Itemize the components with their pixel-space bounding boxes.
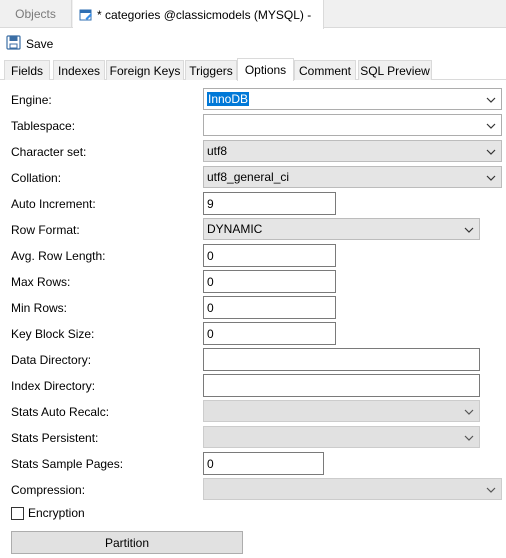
chevron-down-icon (486, 123, 496, 129)
tab-sql-preview-label: SQL Preview (360, 63, 430, 78)
encryption-row[interactable]: Encryption (11, 506, 85, 520)
tab-objects[interactable]: Objects (0, 0, 72, 28)
auto-increment-input[interactable]: 9 (203, 192, 336, 215)
charset-value: utf8 (207, 144, 228, 158)
tab-objects-label: Objects (15, 7, 56, 21)
key-block-size-value: 0 (207, 326, 214, 341)
property-tab-bar: Fields Indexes Foreign Keys Triggers Opt… (0, 58, 506, 81)
engine-value: InnoDB (207, 92, 250, 106)
save-label: Save (26, 37, 54, 51)
max-rows-label: Max Rows: (11, 275, 71, 289)
tablespace-label: Tablespace: (11, 119, 76, 133)
tab-comment-label: Comment (298, 63, 351, 78)
stats-persistent-select[interactable] (203, 426, 480, 448)
index-directory-input[interactable] (203, 374, 480, 397)
tab-categories-label: * categories @classicmodels (MYSQL) - (97, 7, 312, 22)
partition-label: Partition (104, 535, 150, 550)
tab-fields[interactable]: Fields (4, 60, 50, 80)
avg-row-length-label: Avg. Row Length: (11, 249, 106, 263)
charset-label: Character set: (11, 145, 87, 159)
chevron-down-icon (464, 409, 474, 415)
collation-value: utf8_general_ci (207, 170, 290, 184)
chevron-down-icon (486, 149, 496, 155)
tab-indexes-label: Indexes (57, 63, 101, 78)
auto-increment-value: 9 (207, 196, 214, 211)
tab-fields-label: Fields (10, 63, 43, 78)
stats-sample-pages-value: 0 (207, 456, 214, 471)
chevron-down-icon (486, 487, 496, 493)
tab-indexes[interactable]: Indexes (53, 60, 105, 80)
max-rows-value: 0 (207, 274, 214, 289)
key-block-size-input[interactable]: 0 (203, 322, 336, 345)
min-rows-input[interactable]: 0 (203, 296, 336, 319)
engine-select[interactable]: InnoDB (203, 88, 502, 110)
toolbar: Save (0, 29, 506, 59)
chevron-down-icon (464, 227, 474, 233)
stats-auto-recalc-label: Stats Auto Recalc: (11, 405, 110, 419)
tab-options[interactable]: Options (237, 58, 294, 81)
document-tab-bar: Objects * categories @classicmodels (MYS… (0, 0, 506, 29)
max-rows-input[interactable]: 0 (203, 270, 336, 293)
row-format-label: Row Format: (11, 223, 80, 237)
avg-row-length-input[interactable]: 0 (203, 244, 336, 267)
key-block-size-label: Key Block Size: (11, 327, 95, 341)
tab-triggers-label: Triggers (189, 63, 233, 78)
data-directory-label: Data Directory: (11, 353, 92, 367)
tablespace-select[interactable] (203, 114, 502, 136)
stats-persistent-label: Stats Persistent: (11, 431, 99, 445)
collation-label: Collation: (11, 171, 62, 185)
data-directory-input[interactable] (203, 348, 480, 371)
min-rows-label: Min Rows: (11, 301, 68, 315)
save-button[interactable]: Save (6, 35, 53, 53)
tab-comment[interactable]: Comment (294, 60, 356, 80)
tab-foreign-keys[interactable]: Foreign Keys (106, 60, 184, 80)
encryption-checkbox[interactable] (11, 506, 24, 520)
stats-sample-pages-input[interactable]: 0 (203, 452, 324, 475)
min-rows-value: 0 (207, 300, 214, 315)
tab-categories-design[interactable]: * categories @classicmodels (MYSQL) - (73, 0, 324, 29)
avg-row-length-value: 0 (207, 248, 214, 263)
save-icon (6, 35, 21, 53)
row-format-value: DYNAMIC (207, 222, 263, 236)
chevron-down-icon (464, 435, 474, 441)
charset-select[interactable]: utf8 (203, 140, 502, 162)
compression-select[interactable] (203, 478, 502, 500)
auto-increment-label: Auto Increment: (11, 197, 96, 211)
tab-sql-preview[interactable]: SQL Preview (358, 60, 432, 80)
row-format-select[interactable]: DYNAMIC (203, 218, 480, 240)
tab-foreign-keys-label: Foreign Keys (109, 63, 181, 78)
compression-label: Compression: (11, 483, 86, 497)
stats-sample-pages-label: Stats Sample Pages: (11, 457, 124, 471)
stats-auto-recalc-select[interactable] (203, 400, 480, 422)
collation-select[interactable]: utf8_general_ci (203, 166, 502, 188)
chevron-down-icon (486, 175, 496, 181)
table-design-icon (79, 8, 93, 22)
encryption-label: Encryption (28, 506, 85, 520)
tab-triggers[interactable]: Triggers (185, 60, 237, 80)
partition-button[interactable]: Partition (11, 531, 243, 554)
engine-label: Engine: (11, 93, 52, 107)
index-directory-label: Index Directory: (11, 379, 96, 393)
chevron-down-icon (486, 97, 496, 103)
tab-options-label: Options (244, 63, 287, 77)
